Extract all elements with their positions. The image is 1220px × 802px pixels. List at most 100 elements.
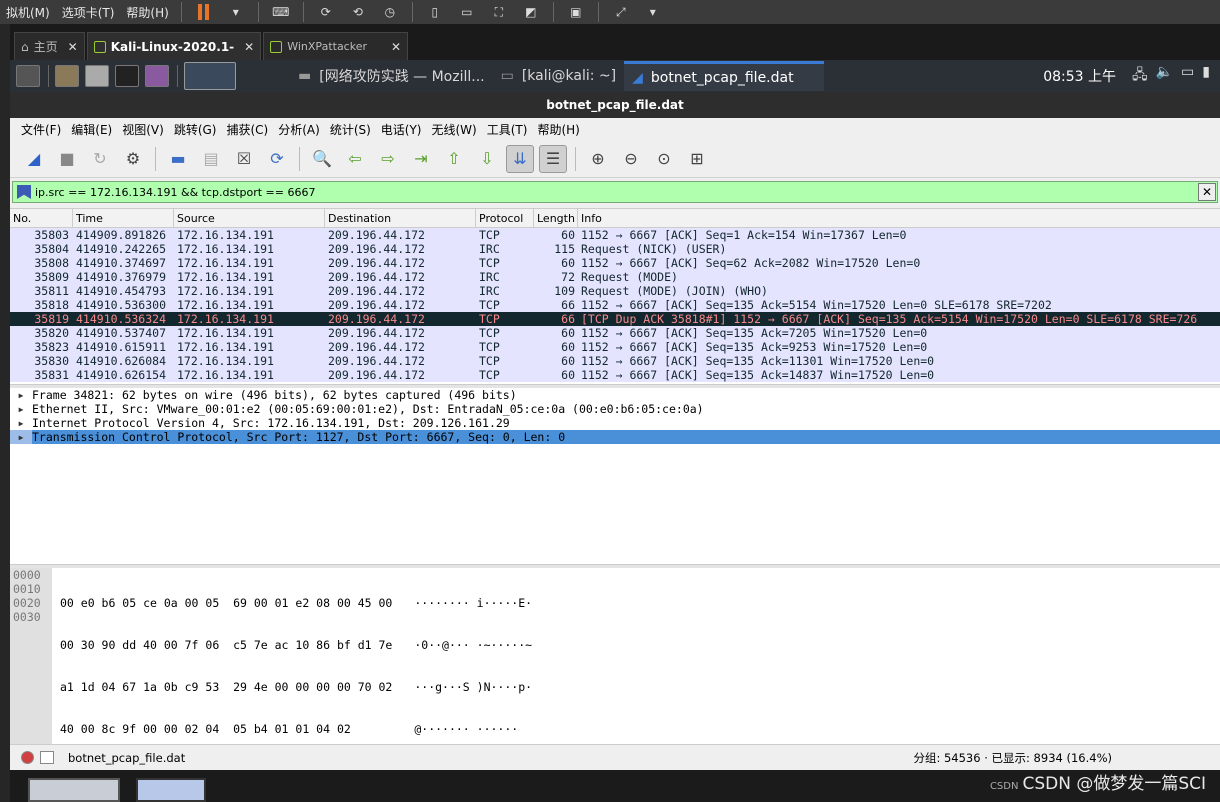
save-file-icon[interactable]: ▤	[197, 145, 225, 173]
start-capture-icon[interactable]: ◢	[20, 145, 48, 173]
capture-options-icon[interactable]: ⚙	[119, 145, 147, 173]
packet-row[interactable]: 35804 414910.242265 172.16.134.191 209.196.…	[10, 242, 1220, 256]
go-back-icon[interactable]: ⇦	[341, 145, 369, 173]
vm-tab-home[interactable]: ⌂ 主页 ✕	[14, 32, 85, 60]
stretch-icon[interactable]: ⤢	[610, 2, 632, 22]
vm-menu-tabs[interactable]: 选项卡(T)	[56, 4, 121, 21]
menu-telephony[interactable]: 电话(Y)	[376, 121, 427, 138]
byte-hex-line[interactable]: 00 30 90 dd 40 00 7f 06 c5 7e ac 10 86 b…	[60, 638, 392, 652]
byte-hex-line[interactable]: 40 00 8c 9f 00 00 02 04 05 b4 01 01 04 0…	[60, 722, 392, 736]
packet-row[interactable]: 35823 414910.615911 172.16.134.191 209.196.…	[10, 340, 1220, 354]
menu-help[interactable]: 帮助(H)	[532, 121, 584, 138]
menu-statistics[interactable]: 统计(S)	[325, 121, 376, 138]
terminal-icon[interactable]	[115, 65, 139, 87]
byte-ascii-line[interactable]: ········ i·····E·	[414, 596, 532, 610]
menu-tools[interactable]: 工具(T)	[482, 121, 533, 138]
detail-row-tcp[interactable]: ▶ Transmission Control Protocol, Src Port…	[10, 430, 1220, 444]
byte-ascii-line[interactable]: @······· ······	[414, 722, 532, 736]
media-icon[interactable]	[145, 65, 169, 87]
clock[interactable]: 08:53 上午	[1043, 66, 1116, 86]
column-header-time[interactable]: Time	[73, 209, 174, 227]
unity-icon[interactable]: ◩	[520, 2, 542, 22]
packet-list[interactable]: No. Time Source Destination Protocol Len…	[10, 208, 1220, 384]
packet-row[interactable]: 35830 414910.626084 172.16.134.191 209.196.…	[10, 354, 1220, 368]
resize-columns-icon[interactable]: ⊞	[683, 145, 711, 173]
byte-ascii-line[interactable]: ···g···S )N····p·	[414, 680, 532, 694]
column-header-source[interactable]: Source	[174, 209, 325, 227]
packet-bytes[interactable]: 0000 0010 0020 0030 00 e0 b6 05 ce 0a 00…	[10, 568, 1220, 744]
column-header-no[interactable]: No.	[10, 209, 73, 227]
pause-button[interactable]	[193, 2, 215, 22]
snapshot-icon[interactable]: ⟳	[315, 2, 337, 22]
display-icon[interactable]: ▭	[1181, 64, 1194, 88]
snapshot-manager-icon[interactable]: ◷	[379, 2, 401, 22]
menu-go[interactable]: 跳转(G)	[169, 121, 222, 138]
open-file-icon[interactable]: ▬	[164, 145, 192, 173]
menu-file[interactable]: 文件(F)	[16, 121, 66, 138]
bookmark-icon[interactable]	[17, 185, 31, 199]
text-editor-icon[interactable]	[85, 65, 109, 87]
task-firefox[interactable]: ▬ [网络攻防实践 — Mozill...	[290, 61, 493, 91]
vm-tab-kali[interactable]: Kali-Linux-2020.1- ✕	[86, 32, 262, 60]
menu-wireless[interactable]: 无线(W)	[427, 121, 482, 138]
go-first-icon[interactable]: ⇧	[440, 145, 468, 173]
packet-row[interactable]: 35809 414910.376979 172.16.134.191 209.196.…	[10, 270, 1220, 284]
capture-status-icon[interactable]	[21, 751, 34, 764]
go-to-packet-icon[interactable]: ⇥	[407, 145, 435, 173]
packet-details[interactable]: ▶ Frame 34821: 62 bytes on wire (496 bits…	[10, 388, 1220, 564]
packet-row[interactable]: 35808 414910.374697 172.16.134.191 209.196.…	[10, 256, 1220, 270]
task-wireshark[interactable]: ◢ botnet_pcap_file.dat	[624, 61, 825, 91]
expand-arrow-icon[interactable]: ▶	[10, 433, 32, 442]
detail-row-ethernet[interactable]: ▶ Ethernet II, Src: VMware_00:01:e2 (00:0…	[10, 402, 1220, 416]
expand-arrow-icon[interactable]: ▶	[10, 405, 32, 414]
packet-row[interactable]: 35803 414909.891826 172.16.134.191 209.196.…	[10, 228, 1220, 242]
file-manager-icon[interactable]	[55, 65, 79, 87]
menu-analyze[interactable]: 分析(A)	[273, 121, 325, 138]
menu-capture[interactable]: 捕获(C)	[221, 121, 273, 138]
vm-tab-winxp[interactable]: WinXPattacker ✕	[263, 32, 409, 60]
packet-row[interactable]: 35831 414910.626154 172.16.134.191 209.196.…	[10, 368, 1220, 382]
sidebar-toggle-icon[interactable]: ▯	[424, 2, 446, 22]
revert-snapshot-icon[interactable]: ⟲	[347, 2, 369, 22]
close-icon[interactable]: ✕	[68, 40, 78, 54]
column-header-info[interactable]: Info	[578, 209, 1220, 227]
menu-view[interactable]: 视图(V)	[117, 121, 169, 138]
wireshark-launcher-icon[interactable]	[184, 62, 236, 90]
thumbnail-bar-icon[interactable]: ▭	[456, 2, 478, 22]
chevron-down-icon[interactable]: ▾	[225, 2, 247, 22]
column-header-destination[interactable]: Destination	[325, 209, 476, 227]
go-last-icon[interactable]: ⇩	[473, 145, 501, 173]
clear-filter-icon[interactable]: ✕	[1198, 183, 1216, 201]
console-icon[interactable]: ▣	[565, 2, 587, 22]
task-terminal[interactable]: ▭ [kali@kali: ~]	[493, 61, 625, 91]
close-icon[interactable]: ✕	[244, 40, 254, 54]
zoom-reset-icon[interactable]: ⊙	[650, 145, 678, 173]
go-forward-icon[interactable]: ⇨	[374, 145, 402, 173]
packet-row[interactable]: 35819 414910.536324 172.16.134.191 209.196.…	[10, 312, 1220, 326]
packet-row[interactable]: 35820 414910.537407 172.16.134.191 209.196.…	[10, 326, 1220, 340]
menu-edit[interactable]: 编辑(E)	[66, 121, 117, 138]
vm-thumbnail[interactable]	[136, 778, 206, 802]
byte-hex-line[interactable]: a1 1d 04 67 1a 0b c9 53 29 4e 00 00 00 0…	[60, 680, 392, 694]
packet-row[interactable]: 35818 414910.536300 172.16.134.191 209.196.…	[10, 298, 1220, 312]
show-desktop-icon[interactable]	[16, 65, 40, 87]
expand-arrow-icon[interactable]: ▶	[10, 419, 32, 428]
display-filter-input[interactable]	[35, 185, 1198, 199]
network-icon[interactable]: 🖧	[1132, 64, 1148, 88]
byte-ascii-line[interactable]: ·0··@··· ·~·····~	[414, 638, 532, 652]
autoscroll-icon[interactable]: ⇊	[506, 144, 534, 173]
stop-capture-icon[interactable]: ■	[53, 145, 81, 173]
fullscreen-icon[interactable]: ⛶	[488, 2, 510, 22]
vm-menu-help[interactable]: 帮助(H)	[120, 4, 174, 21]
packet-row[interactable]: 35811 414910.454793 172.16.134.191 209.196.…	[10, 284, 1220, 298]
column-header-protocol[interactable]: Protocol	[476, 209, 534, 227]
detail-row-ip[interactable]: ▶ Internet Protocol Version 4, Src: 172.1…	[10, 416, 1220, 430]
zoom-in-icon[interactable]: ⊕	[584, 145, 612, 173]
close-file-icon[interactable]: ☒	[230, 145, 258, 173]
find-packet-icon[interactable]: 🔍	[308, 145, 336, 173]
expand-arrow-icon[interactable]: ▶	[10, 391, 32, 400]
vm-thumbnail[interactable]	[28, 778, 120, 802]
restart-capture-icon[interactable]: ↻	[86, 145, 114, 173]
reload-file-icon[interactable]: ⟳	[263, 145, 291, 173]
volume-icon[interactable]: 🔈	[1156, 64, 1173, 88]
